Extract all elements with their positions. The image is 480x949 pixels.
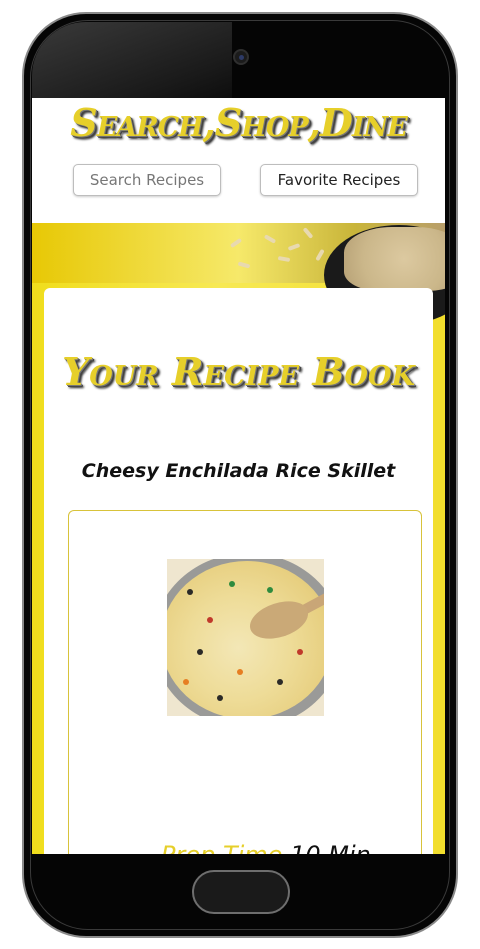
- bean-dot: [187, 589, 193, 595]
- orzo-image: [344, 227, 445, 291]
- recipe-detail-card: Prep Time 10 Min: [68, 510, 422, 854]
- home-button-icon[interactable]: [192, 870, 290, 914]
- phone-glare: [32, 22, 232, 108]
- site-header: Search,Shop,Dine Search Recipes Favorite…: [32, 98, 445, 223]
- pepper-dot: [297, 649, 303, 655]
- pepper-dot: [207, 617, 213, 623]
- app-screen: Search,Shop,Dine Search Recipes Favorite…: [32, 98, 445, 854]
- search-recipes-button[interactable]: Search Recipes: [73, 164, 221, 196]
- page-title: Your Recipe Book: [62, 349, 415, 394]
- site-title: Search,Shop,Dine: [70, 100, 408, 145]
- herb-dot: [229, 581, 235, 587]
- corn-dot: [183, 679, 189, 685]
- prep-time: Prep Time 10 Min: [161, 841, 371, 854]
- recipe-image[interactable]: [167, 559, 324, 716]
- prep-time-value: 10 Min: [290, 841, 371, 854]
- camera-icon: [233, 49, 249, 65]
- bean-dot: [197, 649, 203, 655]
- herb-dot: [267, 587, 273, 593]
- recipe-name: Cheesy Enchilada Rice Skillet: [81, 460, 396, 482]
- bean-dot: [217, 695, 223, 701]
- bean-dot: [277, 679, 283, 685]
- rice-image: [167, 561, 324, 716]
- corn-dot: [237, 669, 243, 675]
- favorite-recipes-button[interactable]: Favorite Recipes: [260, 164, 418, 196]
- prep-time-label: Prep Time: [161, 841, 282, 854]
